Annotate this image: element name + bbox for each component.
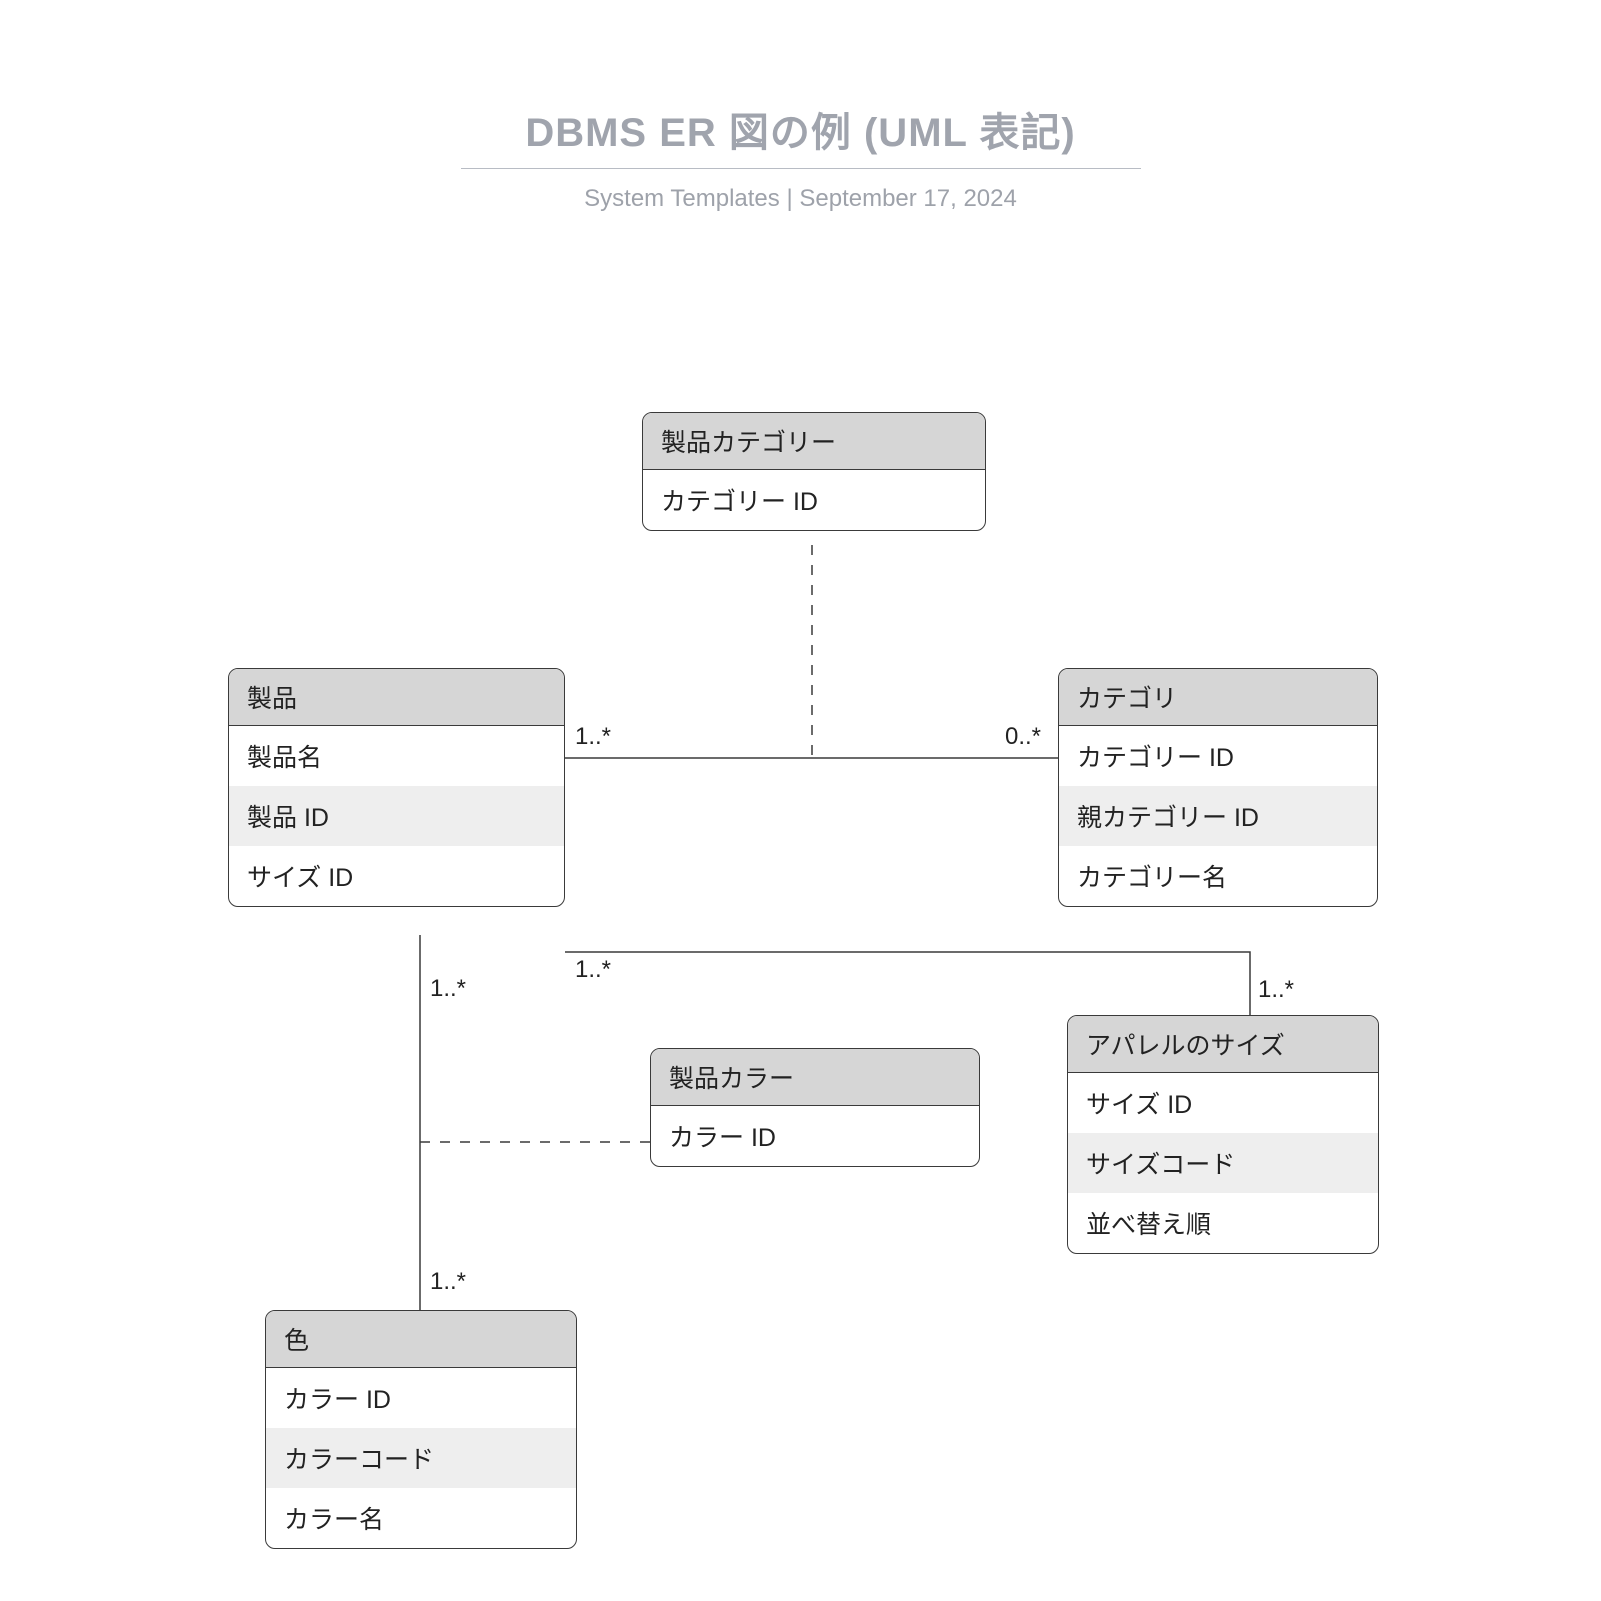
entity-row: 製品名 [229, 726, 564, 786]
multiplicity-label: 1..* [575, 723, 611, 751]
entity-row: 親カテゴリー ID [1059, 786, 1377, 846]
multiplicity-label: 1..* [430, 1268, 466, 1296]
entity-header: 製品カテゴリー [643, 413, 985, 470]
entity-header: 色 [266, 1311, 576, 1368]
entity-row: 製品 ID [229, 786, 564, 846]
entity-row: サイズ ID [1068, 1073, 1378, 1133]
multiplicity-label: 1..* [1258, 976, 1294, 1004]
entity-header: 製品 [229, 669, 564, 726]
entity-row: カラー ID [266, 1368, 576, 1428]
multiplicity-label: 1..* [430, 975, 466, 1003]
entity-row: カテゴリー名 [1059, 846, 1377, 906]
entity-row: カラーコード [266, 1428, 576, 1488]
entity-product: 製品 製品名 製品 ID サイズ ID [228, 668, 565, 907]
multiplicity-label: 1..* [575, 956, 611, 984]
entity-row: カラー ID [651, 1106, 979, 1166]
multiplicity-label: 0..* [1005, 723, 1041, 751]
entity-color: 色 カラー ID カラーコード カラー名 [265, 1310, 577, 1549]
entity-row: サイズ ID [229, 846, 564, 906]
entity-apparel-size: アパレルのサイズ サイズ ID サイズコード 並べ替え順 [1067, 1015, 1379, 1254]
entity-row: カテゴリー ID [1059, 726, 1377, 786]
entity-row: 並べ替え順 [1068, 1193, 1378, 1253]
entity-row: カラー名 [266, 1488, 576, 1548]
entity-row: サイズコード [1068, 1133, 1378, 1193]
entity-header: 製品カラー [651, 1049, 979, 1106]
entity-header: アパレルのサイズ [1068, 1016, 1378, 1073]
entity-row: カテゴリー ID [643, 470, 985, 530]
entity-header: カテゴリ [1059, 669, 1377, 726]
entity-product-color: 製品カラー カラー ID [650, 1048, 980, 1167]
entity-category: カテゴリ カテゴリー ID 親カテゴリー ID カテゴリー名 [1058, 668, 1378, 907]
entity-product-category: 製品カテゴリー カテゴリー ID [642, 412, 986, 531]
